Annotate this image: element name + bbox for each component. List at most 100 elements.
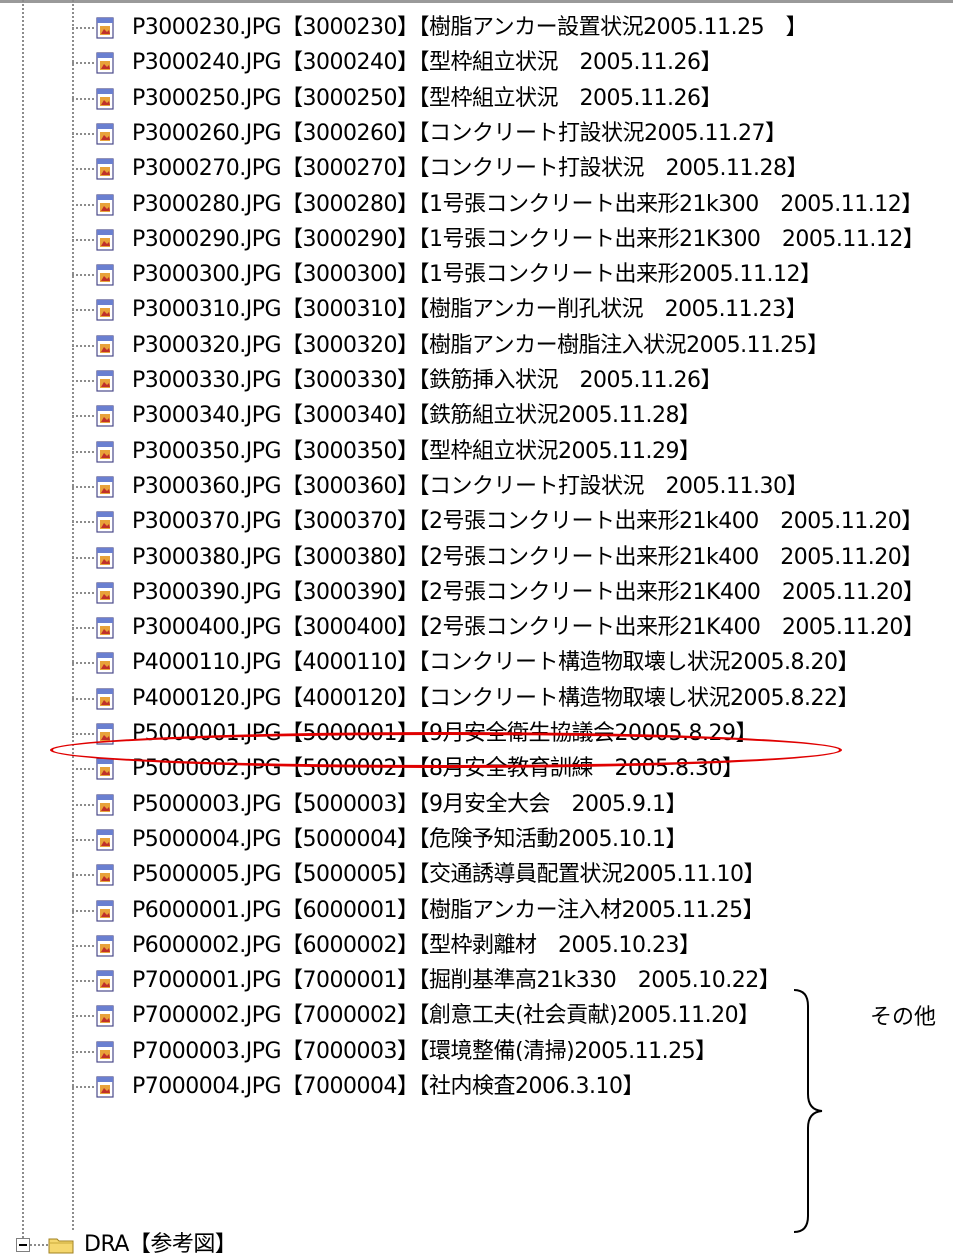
jpg-file-icon [96, 617, 114, 639]
tree-item[interactable]: P3000390.JPG【3000390】【2号張コンクリート出来形21K400… [72, 575, 932, 611]
tree-connector [72, 168, 94, 171]
tree-item-label: P6000002.JPG【6000002】【型枠剥離材 2005.10.23】 [132, 932, 701, 958]
tree-item-label: P3000240.JPG【3000240】【型枠組立状況 2005.11.26】 [132, 50, 723, 76]
tree-item-label: P3000370.JPG【3000370】【2号張コンクリート出来形21k400… [132, 509, 923, 535]
tree-item[interactable]: P3000230.JPG【3000230】【樹脂アンカー設置状況2005.11.… [72, 10, 932, 46]
tree-item[interactable]: P3000360.JPG【3000360】【コンクリート打設状況 2005.11… [72, 469, 932, 505]
tree-connector [72, 768, 94, 771]
tree-item[interactable]: P3000260.JPG【3000260】【コンクリート打設状況2005.11.… [72, 116, 932, 152]
tree-connector [72, 203, 94, 206]
jpg-file-icon [96, 1076, 114, 1098]
tree-connector [72, 485, 94, 488]
tree-connector [72, 62, 94, 65]
tree-connector [72, 803, 94, 806]
tree-item-label: P5000005.JPG【5000005】【交通誘導員配置状況2005.11.1… [132, 862, 766, 888]
tree-item[interactable]: P4000120.JPG【4000120】【コンクリート構造物取壊し状況2005… [72, 681, 932, 717]
tree-item[interactable]: P3000400.JPG【3000400】【2号張コンクリート出来形21K400… [72, 610, 932, 646]
tree-connector [72, 274, 94, 277]
tree-item[interactable]: P3000280.JPG【3000280】【1号張コンクリート出来形21k300… [72, 187, 932, 223]
tree-connector [72, 344, 94, 347]
tree-connector [72, 662, 94, 665]
tree-folder-row[interactable]: DRA【参考図】 [0, 1230, 237, 1259]
tree-item[interactable]: P5000004.JPG【5000004】【危険予知活動2005.10.1】 [72, 822, 932, 858]
jpg-file-icon [96, 829, 114, 851]
tree-connector [72, 415, 94, 418]
tree-item[interactable]: P3000250.JPG【3000250】【型枠組立状況 2005.11.26】 [72, 81, 932, 117]
tree-connector [72, 521, 94, 524]
tree-item-label: P6000001.JPG【6000001】【樹脂アンカー注入材2005.11.2… [132, 897, 765, 923]
jpg-file-icon [96, 17, 114, 39]
jpg-file-icon [96, 1041, 114, 1063]
tree-item[interactable]: P3000330.JPG【3000330】【鉄筋挿入状況 2005.11.26】 [72, 363, 932, 399]
tree-item[interactable]: P3000310.JPG【3000310】【樹脂アンカー削孔状況 2005.11… [72, 292, 932, 328]
jpg-file-icon [96, 1005, 114, 1027]
jpg-file-icon [96, 511, 114, 533]
jpg-file-icon [96, 405, 114, 427]
tree-item-label: P3000280.JPG【3000280】【1号張コンクリート出来形21k300… [132, 191, 923, 217]
group-label: その他 [870, 1005, 937, 1030]
tree-connector [72, 1015, 94, 1018]
tree-item-label: P3000260.JPG【3000260】【コンクリート打設状況2005.11.… [132, 120, 787, 146]
tree-item-label: P5000004.JPG【5000004】【危険予知活動2005.10.1】 [132, 826, 688, 852]
tree-item-label: P7000003.JPG【7000003】【環境整備(清掃)2005.11.25… [132, 1038, 717, 1064]
tree-connector [72, 838, 94, 841]
collapse-toggle-icon[interactable] [16, 1237, 30, 1252]
tree-item-label: P3000380.JPG【3000380】【2号張コンクリート出来形21k400… [132, 544, 923, 570]
jpg-file-icon [96, 370, 114, 392]
jpg-file-icon [96, 229, 114, 251]
tree-connector [72, 309, 94, 312]
tree-item-label: P3000230.JPG【3000230】【樹脂アンカー設置状況2005.11.… [132, 15, 808, 40]
jpg-file-icon [96, 440, 114, 463]
tree-item-label: P4000120.JPG【4000120】【コンクリート構造物取壊し状況2005… [132, 685, 860, 711]
tree-connector [72, 556, 94, 559]
tree-item[interactable]: P3000300.JPG【3000300】【1号張コンクリート出来形2005.1… [72, 257, 932, 293]
jpg-file-icon [96, 758, 114, 780]
jpg-file-icon [96, 793, 114, 816]
tree-connector [72, 1086, 94, 1088]
tree-item-label: P3000340.JPG【3000340】【鉄筋組立状況2005.11.28】 [132, 403, 701, 429]
tree-item[interactable]: P5000003.JPG【5000003】【9月安全大会 2005.9.1】 [72, 787, 932, 823]
tree-item-label: P3000250.JPG【3000250】【型枠組立状況 2005.11.26】 [132, 85, 723, 111]
tree-connector [72, 1050, 94, 1053]
tree-item-label: P3000330.JPG【3000330】【鉄筋挿入状況 2005.11.26】 [132, 368, 723, 393]
tree-item[interactable]: P3000370.JPG【3000370】【2号張コンクリート出来形21k400… [72, 504, 932, 540]
jpg-file-icon [96, 546, 114, 569]
tree-root-line [22, 0, 24, 1246]
tree-connector [72, 450, 94, 453]
tree-item-label: P3000270.JPG【3000270】【コンクリート打設状況 2005.11… [132, 156, 809, 182]
tree-connector [72, 874, 94, 877]
tree-item-label: P7000002.JPG【7000002】【創意工夫(社会貢献)2005.11.… [132, 1003, 760, 1029]
tree-item[interactable]: P5000005.JPG【5000005】【交通誘導員配置状況2005.11.1… [72, 857, 932, 893]
tree-item-label: P3000320.JPG【3000320】【樹脂アンカー樹脂注入状況2005.1… [132, 332, 829, 358]
tree-connector [30, 1243, 48, 1246]
tree-connector [72, 380, 94, 382]
right-brace [793, 989, 823, 1233]
tree-item-label: P3000290.JPG【3000290】【1号張コンクリート出来形21K300… [132, 226, 925, 252]
tree-item[interactable]: P3000340.JPG【3000340】【鉄筋組立状況2005.11.28】 [72, 398, 932, 434]
tree-item[interactable]: P4000110.JPG【4000110】【コンクリート構造物取壊し状況2005… [72, 645, 932, 681]
tree-item-label: P5000003.JPG【5000003】【9月安全大会 2005.9.1】 [132, 791, 688, 817]
jpg-file-icon [96, 52, 114, 74]
jpg-file-icon [96, 970, 114, 992]
jpg-file-icon [96, 123, 114, 145]
jpg-file-icon [96, 299, 114, 321]
tree-item[interactable]: P3000270.JPG【3000270】【コンクリート打設状況 2005.11… [72, 151, 932, 187]
tree-connector [72, 944, 94, 947]
tree-item[interactable]: P3000290.JPG【3000290】【1号張コンクリート出来形21K300… [72, 222, 932, 258]
tree-connector [72, 591, 94, 594]
jpg-file-icon [96, 335, 114, 357]
tree-item[interactable]: P6000001.JPG【6000001】【樹脂アンカー注入材2005.11.2… [72, 893, 932, 929]
tree-item[interactable]: P3000350.JPG【3000350】【型枠組立状況2005.11.29】 [72, 434, 932, 470]
tree-connector [72, 733, 94, 735]
tree-item[interactable]: P3000320.JPG【3000320】【樹脂アンカー樹脂注入状況2005.1… [72, 328, 932, 364]
tree-item-label: P3000350.JPG【3000350】【型枠組立状況2005.11.29】 [132, 438, 701, 464]
jpg-file-icon [96, 935, 114, 957]
folder-icon [48, 1238, 74, 1253]
tree-item[interactable]: P3000380.JPG【3000380】【2号張コンクリート出来形21k400… [72, 540, 932, 576]
tree-item-label: P7000004.JPG【7000004】【社内検査2006.3.10】 [132, 1074, 645, 1099]
tree-item[interactable]: P3000240.JPG【3000240】【型枠組立状況 2005.11.26】 [72, 45, 932, 81]
jpg-file-icon [96, 899, 114, 922]
highlight-ellipse [50, 732, 842, 768]
tree-item[interactable]: P6000002.JPG【6000002】【型枠剥離材 2005.10.23】 [72, 928, 932, 964]
jpg-file-icon [96, 87, 114, 110]
